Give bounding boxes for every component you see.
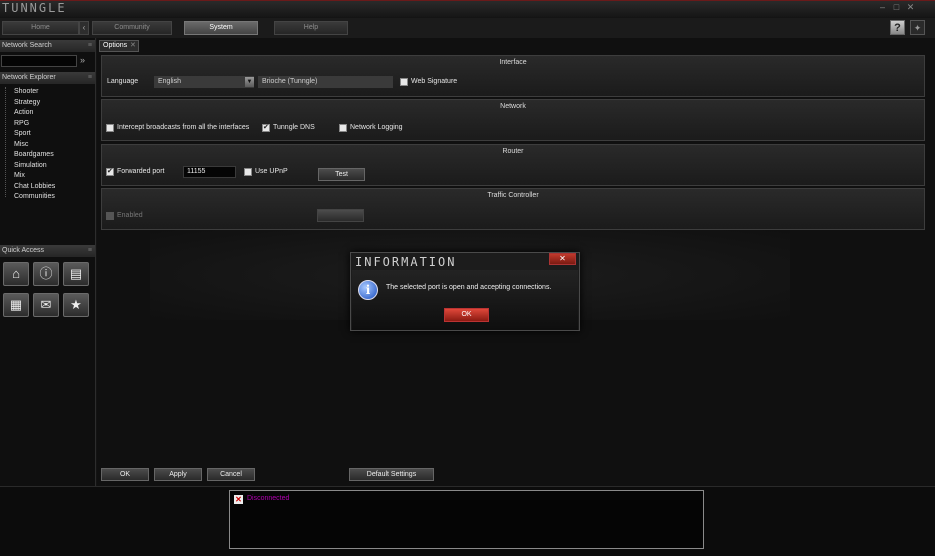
star-icon[interactable]: ★ bbox=[63, 293, 89, 317]
traffic-controller-panel: Traffic Controller bbox=[101, 188, 925, 230]
dialog-message: The selected port is open and accepting … bbox=[386, 284, 552, 291]
sidebar-item-misc[interactable]: Misc bbox=[14, 141, 28, 148]
sidebar-item-shooter[interactable]: Shooter bbox=[14, 88, 39, 95]
quick-access-title: Quick Access bbox=[2, 247, 45, 254]
network-logging-checkbox[interactable] bbox=[339, 124, 347, 132]
close-tab-icon[interactable]: ✕ bbox=[130, 40, 136, 52]
maximize-button[interactable]: □ bbox=[891, 2, 902, 13]
sidebar-item-chat-lobbies[interactable]: Chat Lobbies bbox=[14, 183, 55, 190]
forwarded-port-label: Forwarded port bbox=[117, 168, 165, 175]
tab-help[interactable]: Help bbox=[274, 21, 348, 35]
network-explorer-title: Network Explorer bbox=[2, 74, 56, 81]
tunngle-dns-checkbox[interactable] bbox=[262, 123, 270, 132]
network-panel: Network bbox=[101, 99, 925, 141]
home-icon[interactable]: ⌂ bbox=[3, 262, 29, 286]
intercept-broadcasts-checkbox[interactable] bbox=[106, 124, 114, 132]
sidebar-item-simulation[interactable]: Simulation bbox=[14, 162, 47, 169]
information-dialog: INFORMATION ✕ i The selected port is ope… bbox=[350, 252, 580, 331]
tunngle-dns-label: Tunngle DNS bbox=[273, 124, 315, 131]
library-icon[interactable]: ▤ bbox=[63, 262, 89, 286]
router-panel: Router bbox=[101, 144, 925, 186]
puzzle-icon[interactable]: ✦ bbox=[910, 20, 925, 35]
info-icon: i bbox=[358, 280, 378, 300]
nav-back-arrow[interactable]: ‹ bbox=[79, 21, 89, 35]
chevron-down-icon[interactable]: ▼ bbox=[245, 77, 254, 87]
sidebar-item-mix[interactable]: Mix bbox=[14, 172, 25, 179]
dialog-body: i The selected port is open and acceptin… bbox=[352, 270, 578, 330]
cancel-button[interactable]: Cancel bbox=[207, 468, 255, 481]
dialog-title: INFORMATION bbox=[355, 255, 457, 269]
intercept-broadcasts-label: Intercept broadcasts from all the interf… bbox=[117, 124, 250, 131]
network-title: Network bbox=[500, 103, 526, 110]
port-input[interactable]: 11155 bbox=[183, 166, 236, 178]
language-select[interactable]: English bbox=[154, 76, 254, 88]
sidebar-item-boardgames[interactable]: Boardgames bbox=[14, 151, 54, 158]
forwarded-port-checkbox[interactable] bbox=[106, 167, 114, 176]
log-entry: Disconnected bbox=[247, 495, 290, 502]
quick-access-header: Quick Access ≡ bbox=[0, 245, 95, 257]
language-label: Language bbox=[107, 78, 139, 85]
tab-home[interactable]: Home bbox=[2, 21, 79, 35]
network-search-header: Network Search ≡ bbox=[0, 40, 95, 52]
web-signature-label: Web Signature bbox=[411, 78, 458, 85]
pin-icon[interactable]: ≡ bbox=[88, 72, 92, 84]
traffic-enabled-checkbox[interactable] bbox=[106, 212, 114, 220]
sidebar-item-communities[interactable]: Communities bbox=[14, 193, 55, 200]
sidebar-item-strategy[interactable]: Strategy bbox=[14, 99, 40, 106]
tab-system[interactable]: System bbox=[184, 21, 258, 35]
tree-lines bbox=[5, 87, 9, 197]
grid-icon[interactable]: ▦ bbox=[3, 293, 29, 317]
pin-icon[interactable]: ≡ bbox=[88, 40, 92, 52]
traffic-settings-button bbox=[317, 209, 364, 222]
network-explorer-header: Network Explorer ≡ bbox=[0, 72, 95, 84]
network-search-title: Network Search bbox=[2, 42, 52, 49]
error-icon: ✕ bbox=[234, 495, 243, 504]
use-upnp-checkbox[interactable] bbox=[244, 168, 252, 176]
minimize-button[interactable]: – bbox=[877, 2, 888, 13]
info-icon[interactable]: ⓘ bbox=[33, 262, 59, 286]
sidebar-item-sport[interactable]: Sport bbox=[14, 130, 31, 137]
close-icon[interactable]: ✕ bbox=[549, 253, 576, 265]
title-bar bbox=[0, 0, 935, 17]
web-signature-checkbox[interactable] bbox=[400, 78, 408, 86]
ok-button[interactable]: OK bbox=[101, 468, 149, 481]
help-icon[interactable]: ? bbox=[890, 20, 905, 35]
traffic-enabled-label: Enabled bbox=[117, 212, 143, 219]
app-logo: TUNNGLE bbox=[2, 1, 67, 15]
traffic-controller-title: Traffic Controller bbox=[487, 192, 539, 199]
use-upnp-label: Use UPnP bbox=[255, 168, 288, 175]
log-panel: ✕ Disconnected bbox=[229, 490, 704, 549]
chat-icon[interactable]: ✉ bbox=[33, 293, 59, 317]
apply-button[interactable]: Apply bbox=[154, 468, 202, 481]
close-window-button[interactable]: ✕ bbox=[905, 2, 916, 13]
interface-title: Interface bbox=[499, 59, 527, 66]
network-search-input[interactable] bbox=[1, 55, 77, 67]
skin-field[interactable]: Brioche (Tunngle) bbox=[258, 76, 393, 88]
dialog-ok-button[interactable]: OK bbox=[444, 308, 489, 322]
search-go-icon[interactable]: » bbox=[80, 55, 92, 67]
tab-community[interactable]: Community bbox=[92, 21, 172, 35]
network-logging-label: Network Logging bbox=[350, 124, 403, 131]
router-title: Router bbox=[502, 148, 524, 155]
test-button[interactable]: Test bbox=[318, 168, 365, 181]
pin-icon[interactable]: ≡ bbox=[88, 245, 92, 257]
sidebar-item-action[interactable]: Action bbox=[14, 109, 33, 116]
sidebar-item-rpg[interactable]: RPG bbox=[14, 120, 29, 127]
default-settings-button[interactable]: Default Settings bbox=[349, 468, 434, 481]
